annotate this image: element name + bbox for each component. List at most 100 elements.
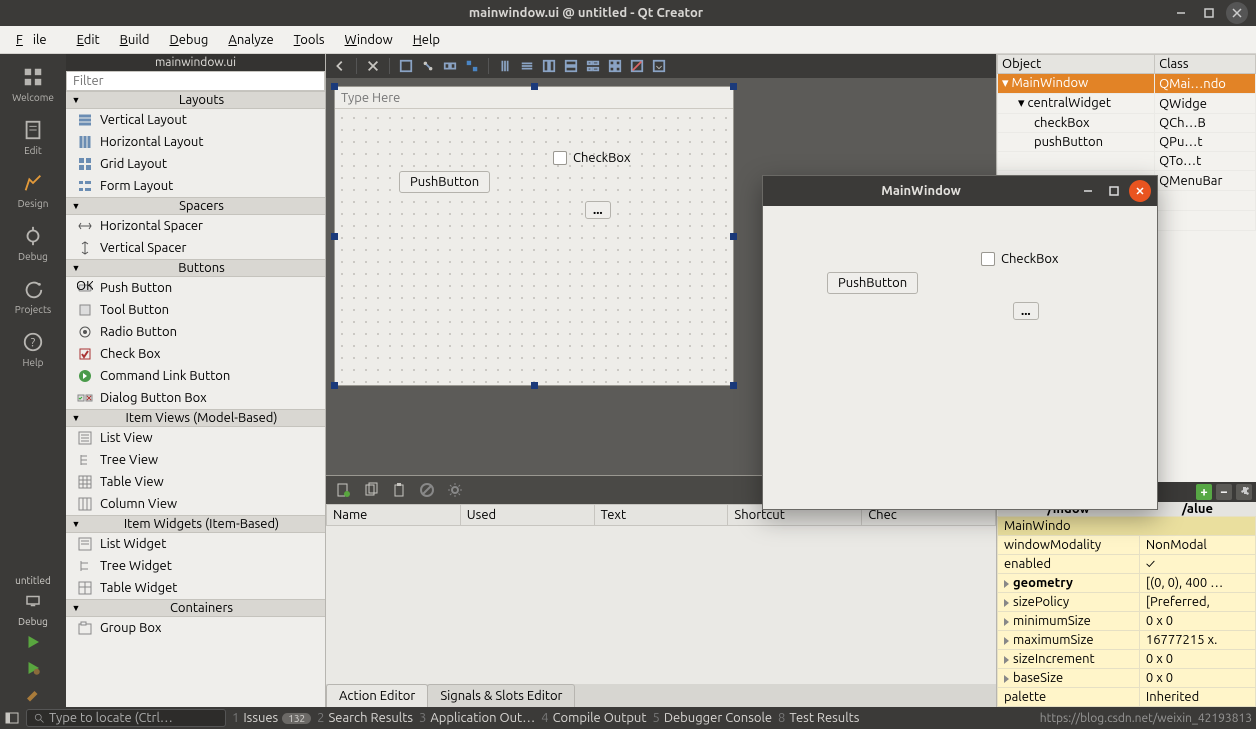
preview-window[interactable]: MainWindow PushButton CheckBox ... [762,175,1158,510]
widget-item[interactable]: Vertical Layout [66,109,325,131]
property-row[interactable]: geometry[(0, 0), 400 … [998,574,1256,593]
widget-item[interactable]: Grid Layout [66,153,325,175]
build-config-label[interactable]: Debug [18,616,48,627]
widget-filter-input[interactable] [66,71,325,91]
widget-item[interactable]: Tool Button [66,299,325,321]
widget-item[interactable]: Form Layout [66,175,325,197]
property-row[interactable]: paletteInherited [998,688,1256,707]
widget-group[interactable]: ▼Layouts [66,91,325,109]
column-header[interactable]: Name [327,505,461,526]
widget-item[interactable]: List View [66,427,325,449]
object-row[interactable]: checkBoxQCh…B [998,114,1256,133]
menu-analyze[interactable]: Analyze [228,33,273,47]
editor-tab[interactable]: Signals & Slots Editor [427,684,575,707]
preview-pushbutton[interactable]: PushButton [827,272,918,294]
widget-item[interactable]: Column View [66,493,325,515]
menu-edit[interactable]: Edit [77,33,100,47]
open-doc-tab[interactable]: mainwindow.ui [66,54,325,71]
output-pane-tab[interactable]: 1 Issues 132 [232,711,311,725]
form-menubar[interactable]: Type Here [335,87,733,109]
layout-form-icon[interactable] [585,58,601,74]
minimize-button[interactable] [1170,2,1192,24]
new-action-icon[interactable] [334,481,352,499]
edit-buddies-icon[interactable] [442,58,458,74]
edit-widgets-icon[interactable] [398,58,414,74]
object-row[interactable]: QTo…t [998,152,1256,171]
property-row[interactable]: minimumSize0 x 0 [998,612,1256,631]
remove-dynamic-prop-icon[interactable]: − [1216,484,1232,500]
widget-item[interactable]: Vertical Spacer [66,237,325,259]
debug-run-button[interactable] [22,659,44,677]
property-row[interactable]: baseSize0 x 0 [998,669,1256,688]
output-pane-tab[interactable]: 4 Compile Output [541,711,646,725]
mode-welcome[interactable]: Welcome [0,60,66,113]
break-layout-icon[interactable] [629,58,645,74]
widget-item[interactable]: Dialog Button Box [66,387,325,409]
widget-group[interactable]: ▼Buttons [66,259,325,277]
object-row[interactable]: ▾ centralWidgetQWidge [998,94,1256,114]
menu-window[interactable]: Window [345,33,393,47]
preview-minimize-button[interactable] [1077,180,1099,202]
back-icon[interactable] [332,58,348,74]
widget-group[interactable]: ▼Spacers [66,197,325,215]
build-button[interactable] [22,685,44,703]
property-row[interactable]: enabled✓ [998,555,1256,574]
close-subwindow-icon[interactable] [365,58,381,74]
menu-debug[interactable]: Debug [170,33,209,47]
form-toolbutton[interactable]: ... [585,201,611,219]
run-button[interactable] [22,633,44,651]
object-row[interactable]: ▾ MainWindowQMai…ndo [998,74,1256,94]
column-header[interactable]: Text [594,505,728,526]
preview-close-button[interactable] [1129,180,1151,202]
copy-icon[interactable] [362,481,380,499]
mode-projects[interactable]: Projects [0,272,66,325]
preview-toolbutton[interactable]: ... [1013,302,1039,320]
layout-hsplit-icon[interactable] [541,58,557,74]
add-dynamic-prop-icon[interactable]: + [1196,484,1212,500]
kit-selector-icon[interactable] [22,592,44,610]
output-pane-tab[interactable]: 8 Test Results [778,711,859,725]
widget-item[interactable]: Table Widget [66,577,325,599]
output-pane-tab[interactable]: 2 Search Results [317,711,413,725]
layout-grid-icon[interactable] [607,58,623,74]
mode-edit[interactable]: Edit [0,113,66,166]
form-checkbox[interactable]: CheckBox [553,151,630,165]
widget-group[interactable]: ▼Containers [66,599,325,617]
menu-build[interactable]: Build [120,33,150,47]
paste-icon[interactable] [390,481,408,499]
layout-horizontal-icon[interactable] [497,58,513,74]
locator-input[interactable]: Type to locate (Ctrl… [26,709,226,727]
delete-icon[interactable] [418,481,436,499]
property-row[interactable]: sizePolicy[Preferred, [998,593,1256,612]
widget-item[interactable]: Command Link Button [66,365,325,387]
close-button[interactable] [1226,2,1248,24]
mode-debug[interactable]: Debug [0,219,66,272]
widget-item[interactable]: Tree View [66,449,325,471]
adjust-size-icon[interactable] [651,58,667,74]
property-row[interactable]: sizeIncrement0 x 0 [998,650,1256,669]
editor-tab[interactable]: Action Editor [326,684,428,707]
toggle-sidebar-icon[interactable] [4,710,20,726]
form-main-window[interactable]: Type Here PushButton CheckBox ... [334,86,734,386]
widget-item[interactable]: Check Box [66,343,325,365]
menu-file[interactable]: File [16,33,57,47]
output-pane-tab[interactable]: 5 Debugger Console [652,711,772,725]
menu-tools[interactable]: Tools [294,33,325,47]
column-header[interactable]: Used [460,505,594,526]
widget-item[interactable]: Group Box [66,617,325,639]
widget-item[interactable]: Horizontal Layout [66,131,325,153]
preview-checkbox[interactable]: CheckBox [981,252,1058,266]
configure-props-icon[interactable] [1236,484,1252,500]
edit-signals-icon[interactable] [420,58,436,74]
mode-help[interactable]: ?Help [0,325,66,378]
widget-group[interactable]: ▼Item Views (Model-Based) [66,409,325,427]
widget-item[interactable]: OKPush Button [66,277,325,299]
widget-item[interactable]: Horizontal Spacer [66,215,325,237]
widget-item[interactable]: Table View [66,471,325,493]
object-row[interactable]: pushButtonQPu…t [998,133,1256,152]
mode-design[interactable]: Design [0,166,66,219]
project-label[interactable]: untitled [15,575,51,586]
output-pane-tab[interactable]: 3 Application Out… [419,711,535,725]
widget-group[interactable]: ▼Item Widgets (Item-Based) [66,515,325,533]
preview-maximize-button[interactable] [1103,180,1125,202]
